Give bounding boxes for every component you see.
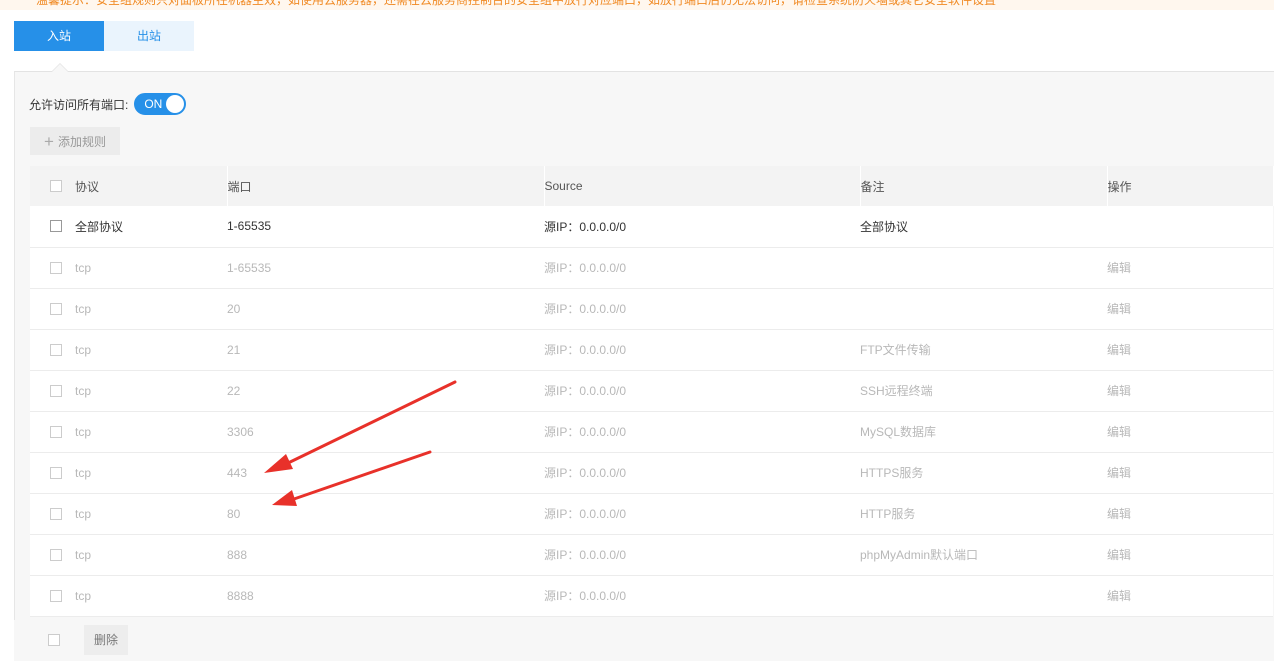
row-source: 源IP：0.0.0.0/0 [544, 343, 627, 357]
allow-all-ports-label: 允许访问所有端口: [29, 97, 129, 112]
row-remark: 全部协议 [860, 219, 909, 234]
row-protocol: tcp [75, 260, 92, 275]
row-port: 8888 [227, 588, 254, 603]
notice-banner: 温馨提示：安全组规则只对面板所在机器生效，如使用云服务器，还需在云服务商控制台的… [0, 0, 1274, 10]
row-checkbox[interactable] [50, 261, 62, 274]
row-port: 21 [227, 342, 241, 357]
table-row: tcp 20 源IP：0.0.0.0/0 编辑 [30, 288, 1273, 329]
row-action [1107, 206, 1273, 247]
row-protocol: tcp [75, 424, 92, 439]
edit-link[interactable]: 编辑 [1107, 302, 1131, 316]
add-rule-button[interactable]: + 添加规则 [30, 127, 120, 155]
row-source: 源IP：0.0.0.0/0 [544, 261, 627, 275]
rules-table: 协议 端口 Source 备注 操作 全部协议 1-65535 源IP：0.0.… [30, 166, 1274, 617]
header-protocol: 协议 [30, 166, 228, 206]
table-row: tcp 8888 源IP：0.0.0.0/0 编辑 [30, 575, 1273, 616]
row-source: 源IP：0.0.0.0/0 [544, 219, 627, 234]
row-port: 3306 [227, 424, 254, 439]
edit-link[interactable]: 编辑 [1107, 548, 1131, 562]
footer-select-all-checkbox[interactable] [48, 634, 60, 646]
row-remark: HTTP服务 [860, 507, 916, 521]
table-row: tcp 80 源IP：0.0.0.0/0 HTTP服务 编辑 [30, 493, 1273, 534]
active-tab-pointer [51, 63, 69, 72]
edit-link[interactable]: 编辑 [1107, 466, 1131, 480]
row-protocol: tcp [75, 342, 92, 357]
allow-all-ports-toggle[interactable]: ON [134, 93, 187, 115]
header-port: 端口 [227, 166, 545, 206]
table-row: tcp 1-65535 源IP：0.0.0.0/0 编辑 [30, 247, 1273, 288]
edit-link[interactable]: 编辑 [1107, 425, 1131, 439]
select-all-checkbox[interactable] [50, 180, 62, 192]
header-source: Source [544, 166, 861, 206]
row-protocol: tcp [75, 465, 92, 480]
row-remark: MySQL数据库 [860, 425, 937, 439]
row-protocol: tcp [75, 588, 92, 603]
row-checkbox[interactable] [50, 220, 62, 233]
allow-all-ports: 允许访问所有端口: ON [29, 92, 187, 116]
row-protocol: tcp [75, 383, 92, 398]
row-port: 443 [227, 465, 248, 480]
row-remark: SSH远程终端 [860, 384, 933, 398]
add-rule-label: 添加规则 [57, 134, 106, 149]
row-remark [860, 247, 1107, 288]
row-source: 源IP：0.0.0.0/0 [544, 507, 627, 521]
delete-button[interactable]: 删除 [84, 625, 128, 655]
row-port: 1-65535 [227, 219, 272, 234]
row-remark: phpMyAdmin默认端口 [860, 548, 979, 562]
table-footer: 删除 [14, 620, 1274, 661]
plus-icon: + [44, 131, 54, 151]
row-protocol: tcp [75, 301, 92, 316]
row-protocol: tcp [75, 506, 92, 521]
row-port: 22 [227, 383, 241, 398]
row-remark: FTP文件传输 [860, 343, 931, 357]
row-source: 源IP：0.0.0.0/0 [544, 302, 627, 316]
row-checkbox[interactable] [50, 466, 62, 479]
row-checkbox[interactable] [50, 343, 62, 356]
row-protocol: tcp [75, 547, 92, 562]
edit-link[interactable]: 编辑 [1107, 343, 1131, 357]
row-checkbox[interactable] [50, 589, 62, 602]
table-row: 全部协议 1-65535 源IP：0.0.0.0/0 全部协议 [30, 206, 1273, 247]
header-remark: 备注 [860, 166, 1108, 206]
row-port: 20 [227, 301, 241, 316]
row-port: 80 [227, 506, 241, 521]
edit-link[interactable]: 编辑 [1107, 589, 1131, 603]
row-checkbox[interactable] [50, 425, 62, 438]
row-source: 源IP：0.0.0.0/0 [544, 589, 627, 603]
edit-link[interactable]: 编辑 [1107, 507, 1131, 521]
row-remark: HTTPS服务 [860, 466, 924, 480]
row-protocol: 全部协议 [75, 219, 124, 234]
direction-tabs: 入站 出站 [14, 21, 194, 51]
header-action: 操作 [1107, 166, 1274, 206]
edit-link[interactable]: 编辑 [1107, 261, 1131, 275]
toggle-on-text: ON [144, 97, 163, 111]
table-row: tcp 21 源IP：0.0.0.0/0 FTP文件传输 编辑 [30, 329, 1273, 370]
row-checkbox[interactable] [50, 548, 62, 561]
row-checkbox[interactable] [50, 507, 62, 520]
row-port: 1-65535 [227, 260, 272, 275]
row-source: 源IP：0.0.0.0/0 [544, 384, 627, 398]
row-checkbox[interactable] [50, 384, 62, 397]
table-row: tcp 3306 源IP：0.0.0.0/0 MySQL数据库 编辑 [30, 411, 1273, 452]
table-row: tcp 22 源IP：0.0.0.0/0 SSH远程终端 编辑 [30, 370, 1273, 411]
row-checkbox[interactable] [50, 302, 62, 315]
tab-outbound[interactable]: 出站 [104, 21, 194, 51]
row-source: 源IP：0.0.0.0/0 [544, 548, 627, 562]
row-remark [860, 575, 1107, 616]
notice-text: 温馨提示：安全组规则只对面板所在机器生效，如使用云服务器，还需在云服务商控制台的… [36, 0, 997, 7]
table-header-row: 协议 端口 Source 备注 操作 [30, 166, 1274, 206]
table-row: tcp 443 源IP：0.0.0.0/0 HTTPS服务 编辑 [30, 452, 1273, 493]
header-protocol-label: 协议 [75, 179, 100, 194]
row-source: 源IP：0.0.0.0/0 [544, 425, 627, 439]
toggle-knob [166, 95, 185, 113]
tab-inbound[interactable]: 入站 [14, 21, 104, 51]
row-remark [860, 288, 1107, 329]
edit-link[interactable]: 编辑 [1107, 384, 1131, 398]
row-port: 888 [227, 547, 248, 562]
table-row: tcp 888 源IP：0.0.0.0/0 phpMyAdmin默认端口 编辑 [30, 534, 1273, 575]
row-source: 源IP：0.0.0.0/0 [544, 466, 627, 480]
